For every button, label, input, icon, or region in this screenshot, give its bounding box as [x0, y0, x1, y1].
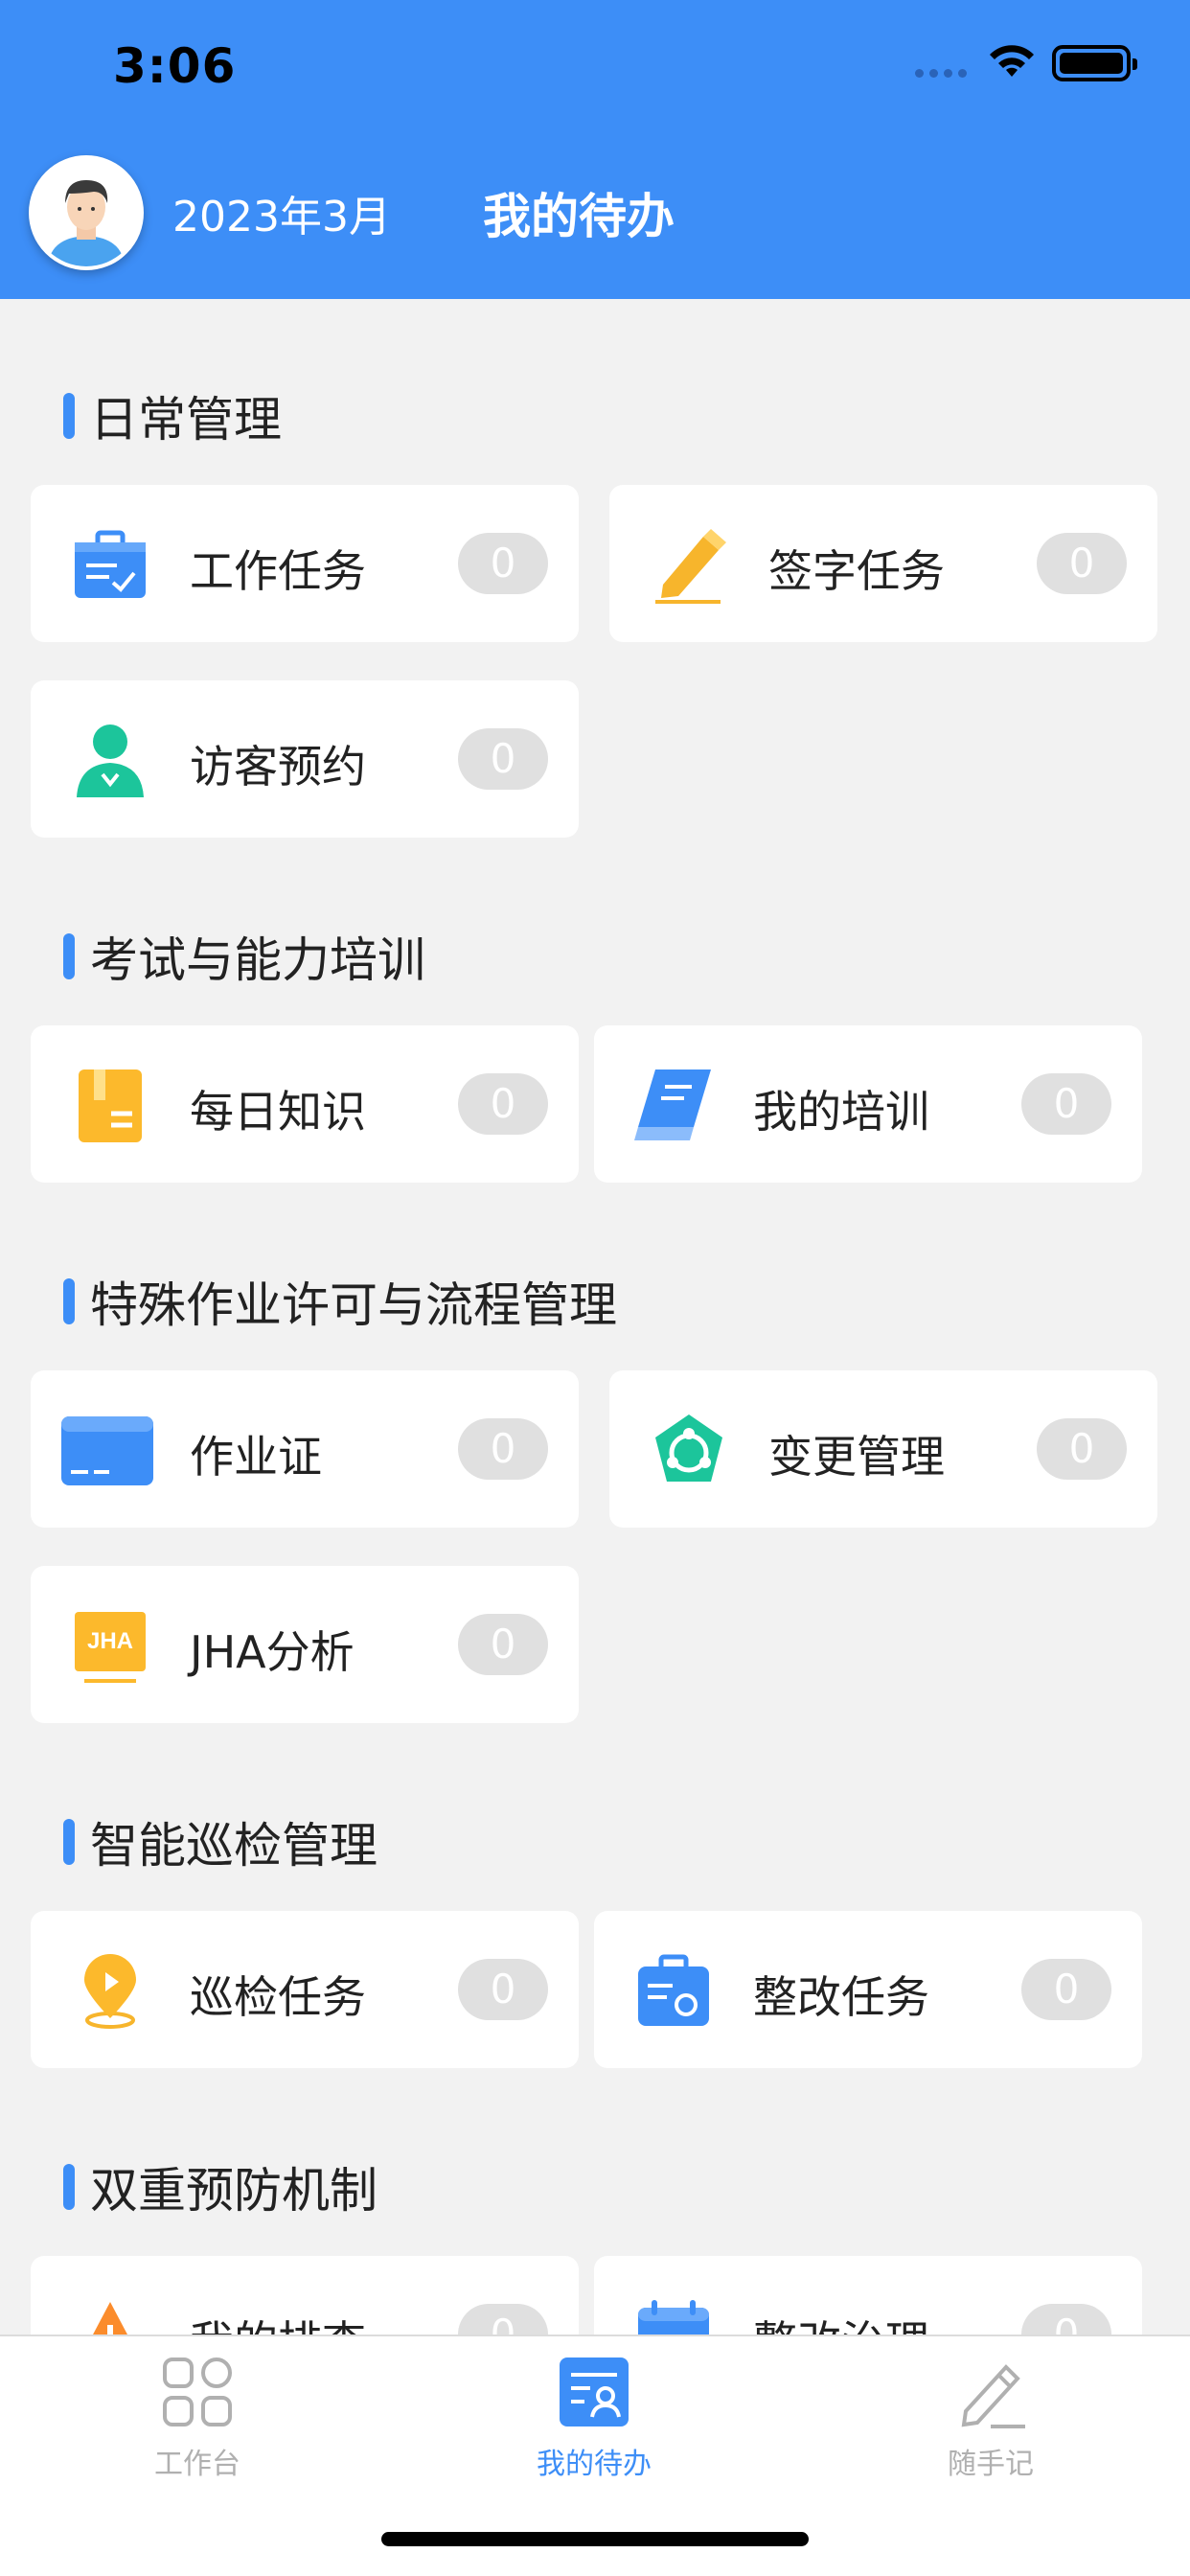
visitor-icon — [77, 724, 144, 797]
card-label: 变更管理 — [768, 1431, 945, 1483]
count-badge: 0 — [1021, 2304, 1111, 2334]
card-label: 作业证 — [190, 1431, 322, 1483]
status-time: 3:06 — [113, 38, 237, 94]
card-work-task[interactable]: 工作任务 0 — [31, 485, 579, 642]
section-title: 考试与能力培训 — [63, 922, 425, 991]
count-badge: 0 — [1021, 1959, 1111, 2020]
briefcase-icon — [75, 530, 146, 598]
card-label: 整改治理 — [753, 2308, 929, 2334]
card-work-permit[interactable]: 作业证 0 — [31, 1370, 579, 1528]
month-selector[interactable]: 2023年3月 — [172, 182, 391, 243]
card-rectification-governance[interactable]: 整改治理 0 — [594, 2256, 1142, 2334]
tab-label: 工作台 — [154, 2448, 240, 2481]
todo-list: 日常管理 工作任务 0 签字任务 0 访客预约 0 考试与能力培训 每日知识 0… — [0, 299, 1190, 2334]
section-title: 双重预防机制 — [63, 2152, 378, 2221]
card-label: 每日知识 — [190, 1086, 366, 1138]
card-icon — [61, 1416, 153, 1485]
card-jha-analysis[interactable]: JHA JHA分析 0 — [31, 1566, 579, 1723]
count-badge: 0 — [458, 1959, 548, 2020]
pen-icon — [655, 529, 726, 604]
count-badge: 0 — [458, 1418, 548, 1480]
card-label: 整改任务 — [753, 1971, 929, 2023]
card-label: 我的培训 — [753, 1086, 929, 1138]
note-pen-icon — [961, 2364, 1025, 2428]
tab-label: 我的待办 — [537, 2448, 652, 2481]
card-label: 工作任务 — [190, 545, 366, 597]
battery-icon — [1052, 45, 1137, 81]
count-badge: 0 — [458, 728, 548, 790]
card-inspection-task[interactable]: 巡检任务 0 — [31, 1911, 579, 2068]
cycle-icon — [655, 1414, 722, 1482]
count-badge: 0 — [458, 2304, 548, 2334]
notebook-icon — [79, 1070, 142, 1142]
cellular-signal-icon — [915, 69, 967, 78]
toolbox-icon — [638, 1954, 709, 2026]
count-badge: 0 — [1021, 1073, 1111, 1135]
card-change-management[interactable]: 变更管理 0 — [609, 1370, 1157, 1528]
warning-icon — [93, 2302, 127, 2334]
tab-label: 随手记 — [948, 2448, 1034, 2481]
card-daily-knowledge[interactable]: 每日知识 0 — [31, 1025, 579, 1183]
jha-icon: JHA — [75, 1612, 146, 1683]
card-rectification-task[interactable]: 整改任务 0 — [594, 1911, 1142, 2068]
card-label: 巡检任务 — [190, 1971, 366, 2023]
card-my-training[interactable]: 我的培训 0 — [594, 1025, 1142, 1183]
wifi-icon — [990, 45, 1034, 77]
count-badge: 0 — [458, 533, 548, 594]
todo-icon — [560, 2358, 629, 2426]
grid-icon — [163, 2358, 232, 2426]
section-title: 特殊作业许可与流程管理 — [63, 1267, 617, 1336]
count-badge: 0 — [458, 1614, 548, 1675]
avatar[interactable] — [29, 155, 144, 270]
count-badge: 0 — [458, 1073, 548, 1135]
count-badge: 0 — [1037, 1418, 1127, 1480]
page-title: 我的待办 — [483, 189, 675, 244]
header: 3:06 2023年3月 我的待办 — [0, 0, 1190, 299]
card-label: 访客预约 — [190, 741, 366, 793]
card-visitor-appointment[interactable]: 访客预约 0 — [31, 680, 579, 838]
home-indicator — [381, 2532, 809, 2546]
card-sign-task[interactable]: 签字任务 0 — [609, 485, 1157, 642]
svg-text:JHA: JHA — [87, 1628, 133, 1654]
app-screen: 3:06 2023年3月 我的待办 日常管理 工作任务 0 签字任务 0 访客预… — [0, 0, 1190, 2576]
calendar-icon — [638, 2300, 709, 2334]
card-label: 我的排查 — [190, 2308, 366, 2334]
count-badge: 0 — [1037, 533, 1127, 594]
section-title: 智能巡检管理 — [63, 1807, 378, 1876]
tab-quick-notes[interactable]: 随手记 — [895, 2354, 1087, 2482]
tab-my-todo[interactable]: 我的待办 — [498, 2354, 690, 2482]
card-label: JHA分析 — [190, 1626, 355, 1678]
card-my-investigation[interactable]: 我的排查 0 — [31, 2256, 579, 2334]
section-title: 日常管理 — [63, 381, 282, 450]
tab-workbench[interactable]: 工作台 — [102, 2354, 293, 2482]
location-icon — [84, 1954, 136, 2029]
book-icon — [634, 1070, 711, 1140]
card-label: 签字任务 — [768, 545, 945, 597]
